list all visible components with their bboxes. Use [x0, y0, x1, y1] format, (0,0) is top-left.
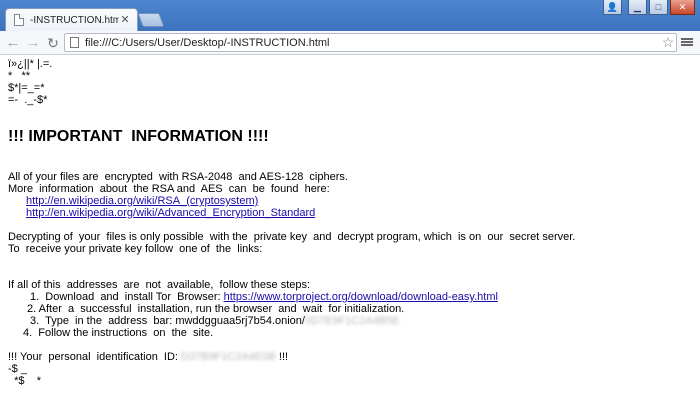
- links-notice: To receive your private key follow one o…: [8, 243, 263, 255]
- back-button[interactable]: ←: [3, 33, 23, 53]
- document-icon: [14, 14, 24, 26]
- page-icon: [70, 37, 79, 48]
- garbage-line: *$ *: [8, 375, 42, 387]
- step-3: 3. Type in the address bar: mwddgguaa5rj…: [30, 315, 400, 327]
- tab-close-icon[interactable]: ✕: [119, 14, 131, 26]
- url-text[interactable]: file:///C:/Users/User/Desktop/-INSTRUCTI…: [85, 37, 660, 49]
- browser-toolbar: ← → ↻ file:///C:/Users/User/Desktop/-INS…: [0, 31, 700, 55]
- address-bar[interactable]: file:///C:/Users/User/Desktop/-INSTRUCTI…: [64, 33, 677, 52]
- garbage-line: $*|=_=*: [8, 82, 45, 94]
- tor-download-link[interactable]: https://www.torproject.org/download/down…: [224, 291, 498, 303]
- decrypt-notice: Decrypting of your files is only possibl…: [8, 231, 576, 243]
- browser-tab[interactable]: -INSTRUCTION.html ✕: [5, 8, 138, 31]
- forward-button[interactable]: →: [23, 33, 43, 53]
- garbage-line: * **: [8, 70, 31, 82]
- title-bar: -INSTRUCTION.html ✕ 👤 ▁ □ ✕: [0, 0, 700, 31]
- info-line: More information about the RSA and AES c…: [8, 183, 330, 195]
- aes-link[interactable]: http://en.wikipedia.org/wiki/Advanced_En…: [26, 207, 315, 219]
- step-2: 2. After a successful installation, run …: [27, 303, 405, 315]
- personal-id-line: !!! Your personal identification ID: D37…: [8, 351, 289, 363]
- window-controls: 👤 ▁ □ ✕: [603, 0, 695, 15]
- redacted-onion-path: 0D7E9F1C2A4B5E: [304, 315, 400, 327]
- redacted-id: D37B9F1C2A4E0B: [181, 351, 276, 363]
- headline: !!! IMPORTANT INFORMATION !!!!: [8, 128, 269, 145]
- step-4: 4. Follow the instructions on the site.: [23, 327, 214, 339]
- page-content: ï»¿||* |.=. * ** $*|=_=* =- ._-$* !!! IM…: [8, 58, 692, 393]
- new-tab-button[interactable]: [137, 13, 165, 27]
- close-window-button[interactable]: ✕: [670, 0, 695, 15]
- reload-button[interactable]: ↻: [43, 33, 63, 53]
- step-1: 1. Download and install Tor Browser: htt…: [30, 291, 498, 303]
- user-profile-button[interactable]: 👤: [603, 0, 622, 15]
- rsa-link[interactable]: http://en.wikipedia.org/wiki/RSA_(crypto…: [26, 195, 258, 207]
- minimize-button[interactable]: ▁: [628, 0, 647, 15]
- tab-title: -INSTRUCTION.html: [30, 14, 119, 26]
- menu-icon[interactable]: [680, 35, 694, 49]
- fallback-notice: If all of this addresses are not availab…: [8, 279, 311, 291]
- maximize-button[interactable]: □: [649, 0, 668, 15]
- bookmark-star-icon[interactable]: ☆: [660, 34, 676, 51]
- garbage-line: =- ._-$*: [8, 94, 48, 106]
- encryption-notice: All of your files are encrypted with RSA…: [8, 171, 348, 183]
- garbage-line: -$ _: [8, 363, 27, 375]
- garbage-line: ï»¿||* |.=.: [8, 58, 53, 70]
